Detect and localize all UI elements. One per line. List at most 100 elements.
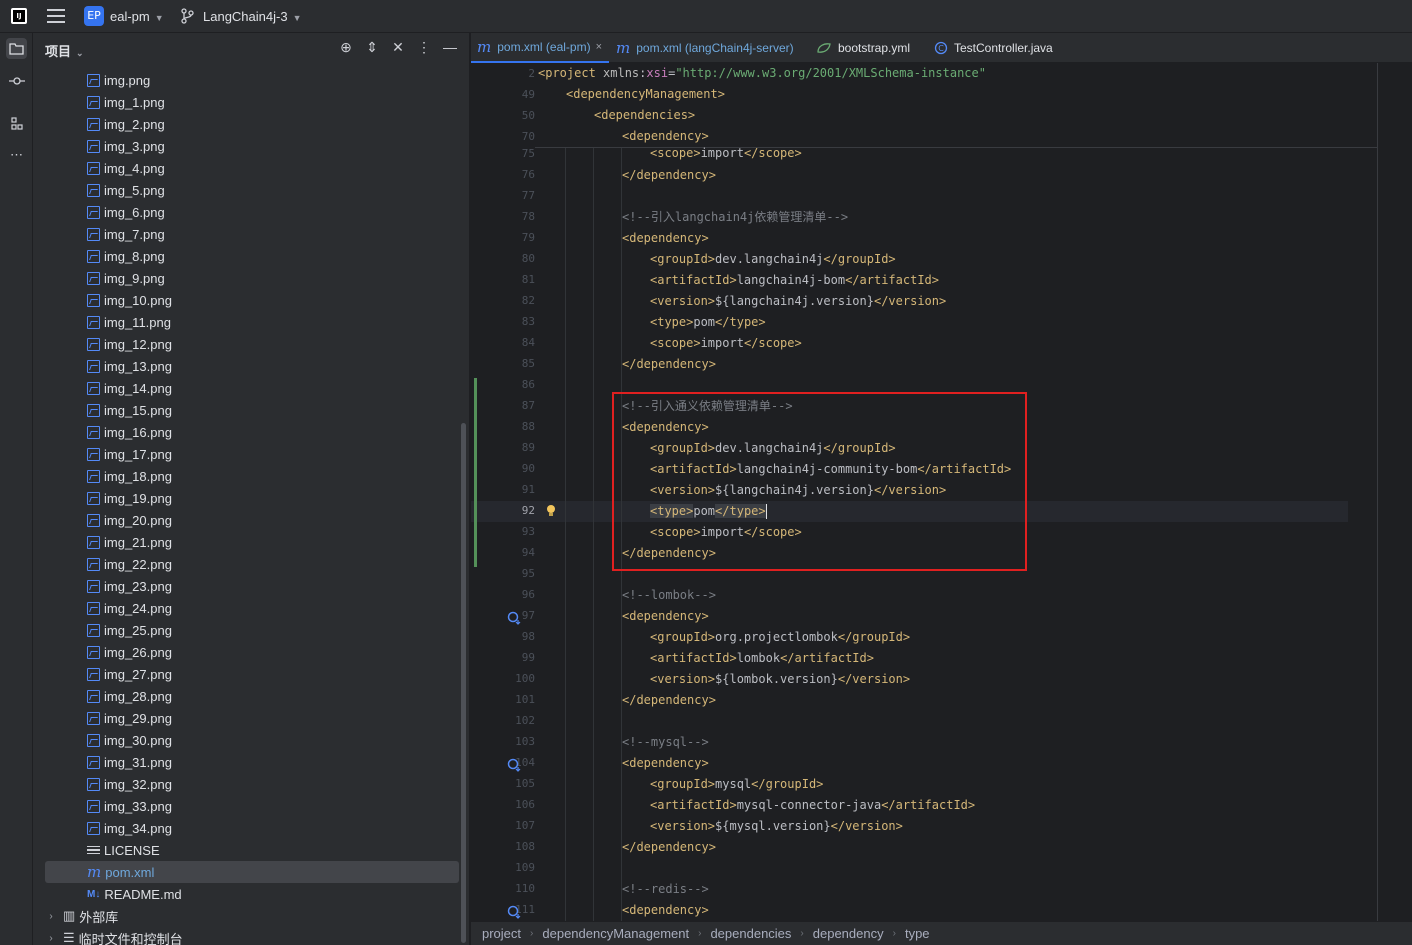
- project-badge[interactable]: EP: [84, 6, 104, 26]
- tree-item-label: img_8.png: [104, 248, 165, 264]
- breadcrumb-dependencies[interactable]: dependencies: [710, 926, 791, 941]
- override-gutter-icon[interactable]: [507, 611, 521, 625]
- tree-item-image[interactable]: img_29.png: [33, 707, 470, 729]
- tree-item-label: img_34.png: [104, 820, 172, 836]
- tree-item-image[interactable]: img_15.png: [33, 399, 470, 421]
- line-number: 92: [521, 504, 535, 517]
- tree-item-label: img_28.png: [104, 688, 172, 704]
- line-number: 89: [521, 441, 535, 454]
- maven-icon: m: [477, 38, 492, 56]
- tree-item-image[interactable]: img_25.png: [33, 619, 470, 641]
- vcs-change-marker[interactable]: [474, 378, 477, 567]
- tab-pom-langchain4j-server[interactable]: m pom.xml (langChain4j-server): [610, 33, 794, 63]
- code-line: <groupId>org.projectlombok</groupId>: [650, 630, 911, 644]
- annotation-highlight-box: [612, 392, 1027, 571]
- expand-all-icon[interactable]: ⇕: [364, 39, 380, 56]
- code-area[interactable]: <project xmlns:xsi="http://www.w3.org/20…: [535, 63, 1377, 921]
- line-number: 76: [521, 168, 535, 181]
- tree-item-image[interactable]: img_34.png: [33, 817, 470, 839]
- options-icon[interactable]: ⋮: [416, 39, 432, 56]
- tree-item-image[interactable]: img_21.png: [33, 531, 470, 553]
- tree-item-label: img_23.png: [104, 578, 172, 594]
- tree-item-image[interactable]: img_23.png: [33, 575, 470, 597]
- line-gutter: 2 49 50 70 75 76 77 78 79 80 81 82 83 84 85 86 87 88 89 90 9…: [471, 63, 535, 921]
- project-selector[interactable]: eal-pm ▼: [110, 9, 164, 24]
- image-file-icon: [87, 645, 100, 659]
- tree-item-image[interactable]: img_14.png: [33, 377, 470, 399]
- breadcrumb-project[interactable]: project: [482, 926, 521, 941]
- tree-item-image[interactable]: img_33.png: [33, 795, 470, 817]
- line-number: 85: [521, 357, 535, 370]
- override-gutter-icon[interactable]: [507, 905, 521, 919]
- tree-item-label: img_20.png: [104, 512, 172, 528]
- collapse-all-icon[interactable]: ✕: [390, 39, 406, 56]
- tree-scrollbar[interactable]: [461, 423, 466, 943]
- tree-item-image[interactable]: img_19.png: [33, 487, 470, 509]
- tree-item-image[interactable]: img_24.png: [33, 597, 470, 619]
- tree-item-image[interactable]: img_10.png: [33, 289, 470, 311]
- tree-item-label: img_13.png: [104, 358, 172, 374]
- code-line: <groupId>mysql</groupId>: [650, 777, 824, 791]
- image-file-icon: [87, 601, 100, 615]
- tool-window-strip: ⋯: [0, 33, 33, 945]
- code-line: <!--lombok-->: [622, 588, 716, 602]
- branch-selector[interactable]: LangChain4j-3 ▼: [203, 9, 302, 24]
- breadcrumb-type[interactable]: type: [905, 926, 930, 941]
- structure-icon[interactable]: [6, 113, 27, 134]
- more-tools-icon[interactable]: ⋯: [6, 144, 27, 165]
- tree-item-image[interactable]: img_3.png: [33, 135, 470, 157]
- tree-item-image[interactable]: img_22.png: [33, 553, 470, 575]
- project-name: eal-pm: [110, 9, 150, 24]
- image-file-icon: [87, 447, 100, 461]
- tree-item-image[interactable]: img_17.png: [33, 443, 470, 465]
- tree-item-pom[interactable]: m pom.xml: [45, 861, 459, 883]
- tab-testcontroller-java[interactable]: C TestController.java: [928, 33, 1053, 63]
- tree-item-image[interactable]: img_27.png: [33, 663, 470, 685]
- tree-item-image[interactable]: img_30.png: [33, 729, 470, 751]
- tab-pom-eal-pm[interactable]: m pom.xml (eal-pm) ×: [471, 33, 609, 63]
- override-gutter-icon[interactable]: [507, 758, 521, 772]
- tree-item-image[interactable]: img_2.png: [33, 113, 470, 135]
- code-line: <dependency>: [622, 903, 709, 917]
- tree-item-external-libraries[interactable]: › ▥ 外部库: [33, 905, 470, 927]
- tree-item-image[interactable]: img_4.png: [33, 157, 470, 179]
- tree-item-image[interactable]: img_28.png: [33, 685, 470, 707]
- breadcrumb-dependency-management[interactable]: dependencyManagement: [542, 926, 689, 941]
- tree-item-image[interactable]: img_7.png: [33, 223, 470, 245]
- tree-item-image[interactable]: img_16.png: [33, 421, 470, 443]
- tree-item-readme[interactable]: M↓ README.md: [33, 883, 470, 905]
- main-menu-icon[interactable]: [47, 9, 65, 23]
- tree-item-scratches[interactable]: › ☰ 临时文件和控制台: [33, 927, 470, 945]
- tree-item-image[interactable]: img_13.png: [33, 355, 470, 377]
- locate-icon[interactable]: ⊕: [338, 39, 354, 56]
- chevron-right-icon[interactable]: ›: [45, 933, 57, 944]
- image-file-icon: [87, 161, 100, 175]
- tree-item-image[interactable]: img_26.png: [33, 641, 470, 663]
- tree-item-image[interactable]: img_20.png: [33, 509, 470, 531]
- line-number: 79: [521, 231, 535, 244]
- commit-icon[interactable]: [6, 70, 27, 91]
- tree-item-image[interactable]: img_31.png: [33, 751, 470, 773]
- project-panel-title[interactable]: 项目 ⌄: [45, 41, 84, 60]
- project-folder-icon[interactable]: [6, 38, 27, 59]
- tree-item-image[interactable]: img_12.png: [33, 333, 470, 355]
- hide-panel-icon[interactable]: —: [442, 39, 458, 55]
- tree-item-license[interactable]: LICENSE: [33, 839, 470, 861]
- tab-bootstrap-yml[interactable]: bootstrap.yml: [810, 33, 910, 63]
- tree-item-image[interactable]: img_8.png: [33, 245, 470, 267]
- line-number: 93: [521, 525, 535, 538]
- tree-item-image[interactable]: img_18.png: [33, 465, 470, 487]
- tree-item-image[interactable]: img_32.png: [33, 773, 470, 795]
- tree-item-image[interactable]: img_11.png: [33, 311, 470, 333]
- chevron-right-icon[interactable]: ›: [45, 911, 57, 922]
- tree-item-image[interactable]: img_5.png: [33, 179, 470, 201]
- line-number: 91: [521, 483, 535, 496]
- tree-item-image[interactable]: img.png: [33, 69, 470, 91]
- chevron-down-icon: ▼: [154, 13, 164, 23]
- tree-item-image[interactable]: img_1.png: [33, 91, 470, 113]
- close-icon[interactable]: ×: [596, 41, 602, 53]
- tree-item-image[interactable]: img_6.png: [33, 201, 470, 223]
- code-line: <version>${lombok.version}</version>: [650, 672, 911, 686]
- tree-item-image[interactable]: img_9.png: [33, 267, 470, 289]
- breadcrumb-dependency[interactable]: dependency: [813, 926, 884, 941]
